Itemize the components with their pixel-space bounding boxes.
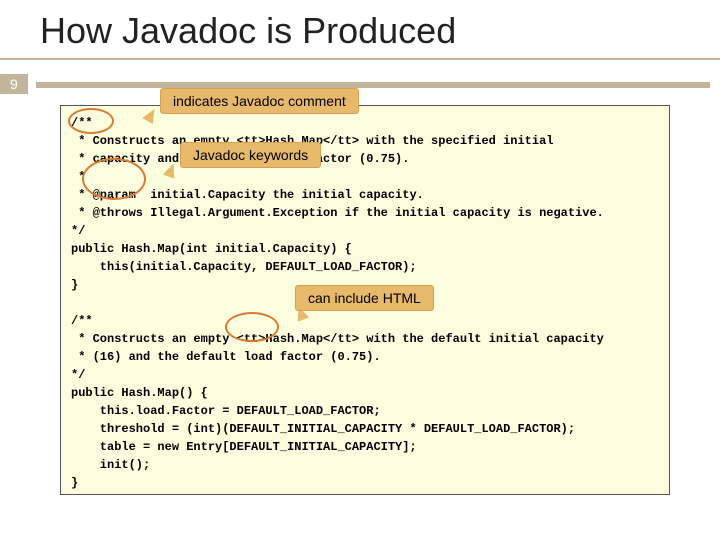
highlight-circle-2 — [82, 158, 146, 200]
callout-javadoc-keywords: Javadoc keywords — [180, 142, 321, 168]
slide-title: How Javadoc is Produced — [0, 0, 720, 60]
callout-javadoc-comment: indicates Javadoc comment — [160, 88, 359, 114]
header-bar — [36, 82, 710, 88]
highlight-circle-3 — [225, 312, 279, 342]
highlight-circle-1 — [68, 108, 114, 134]
page-number: 9 — [0, 74, 28, 94]
callout-html: can include HTML — [295, 285, 434, 311]
